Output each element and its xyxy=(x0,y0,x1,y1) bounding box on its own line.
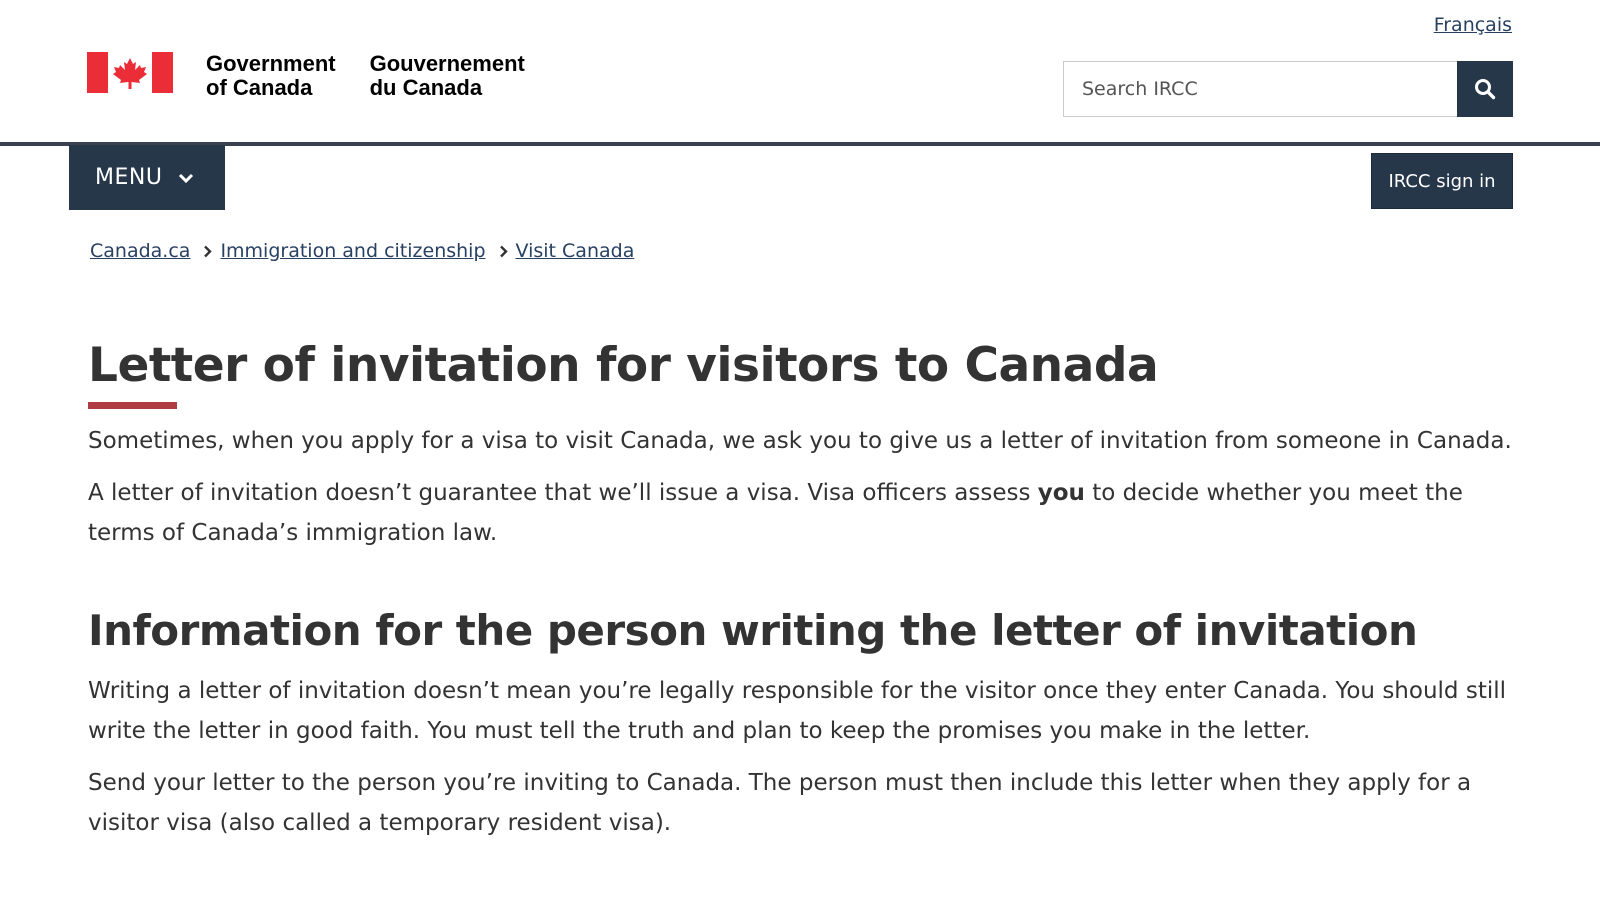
search-icon xyxy=(1475,79,1496,100)
signature-english: Government of Canada xyxy=(206,52,336,100)
title-accent-bar xyxy=(88,402,177,409)
signature-fr-line1: Gouvernement xyxy=(369,51,525,76)
header-divider xyxy=(0,142,1600,146)
signature-en-line2: of Canada xyxy=(206,75,313,100)
government-signature[interactable]: Government of Canada Gouvernement du Can… xyxy=(87,52,559,100)
chevron-right-icon xyxy=(499,245,508,258)
ircc-sign-in-button[interactable]: IRCC sign in xyxy=(1371,153,1513,209)
section-paragraph-responsibility: Writing a letter of invitation doesn’t m… xyxy=(88,678,1507,744)
breadcrumb-link-canada[interactable]: Canada.ca xyxy=(90,240,190,262)
chevron-right-icon xyxy=(203,245,213,258)
menu-label: MENU xyxy=(95,165,163,190)
guarantee-text-start: A letter of invitation doesn’t guarantee… xyxy=(88,480,1038,506)
section-heading: Information for the person writing the l… xyxy=(88,606,1418,655)
breadcrumb: Canada.ca Immigration and citizenship Vi… xyxy=(90,240,634,262)
section-paragraph-send: Send your letter to the person you’re in… xyxy=(88,770,1472,836)
search-button[interactable] xyxy=(1457,61,1513,117)
language-toggle-link[interactable]: Français xyxy=(1434,14,1512,36)
guarantee-emphasis: you xyxy=(1037,480,1085,506)
signature-fr-line2: du Canada xyxy=(369,75,483,100)
signature-en-line1: Government xyxy=(206,51,336,76)
page-title: Letter of invitation for visitors to Can… xyxy=(88,338,1159,393)
guarantee-paragraph: A letter of invitation doesn’t guarantee… xyxy=(88,473,1512,553)
signature-french: Gouvernement du Canada xyxy=(370,52,525,100)
breadcrumb-link-immigration[interactable]: Immigration and citizenship xyxy=(220,240,485,262)
intro-paragraph: Sometimes, when you apply for a visa to … xyxy=(88,428,1512,454)
main-content: Letter of invitation for visitors to Can… xyxy=(88,336,1512,843)
canada-flag-icon xyxy=(87,52,173,93)
breadcrumb-link-visit[interactable]: Visit Canada xyxy=(516,240,635,262)
search-input[interactable] xyxy=(1063,61,1457,117)
chevron-down-icon xyxy=(178,172,194,184)
main-menu-button[interactable]: MENU xyxy=(69,145,225,210)
search-form xyxy=(1063,61,1513,117)
